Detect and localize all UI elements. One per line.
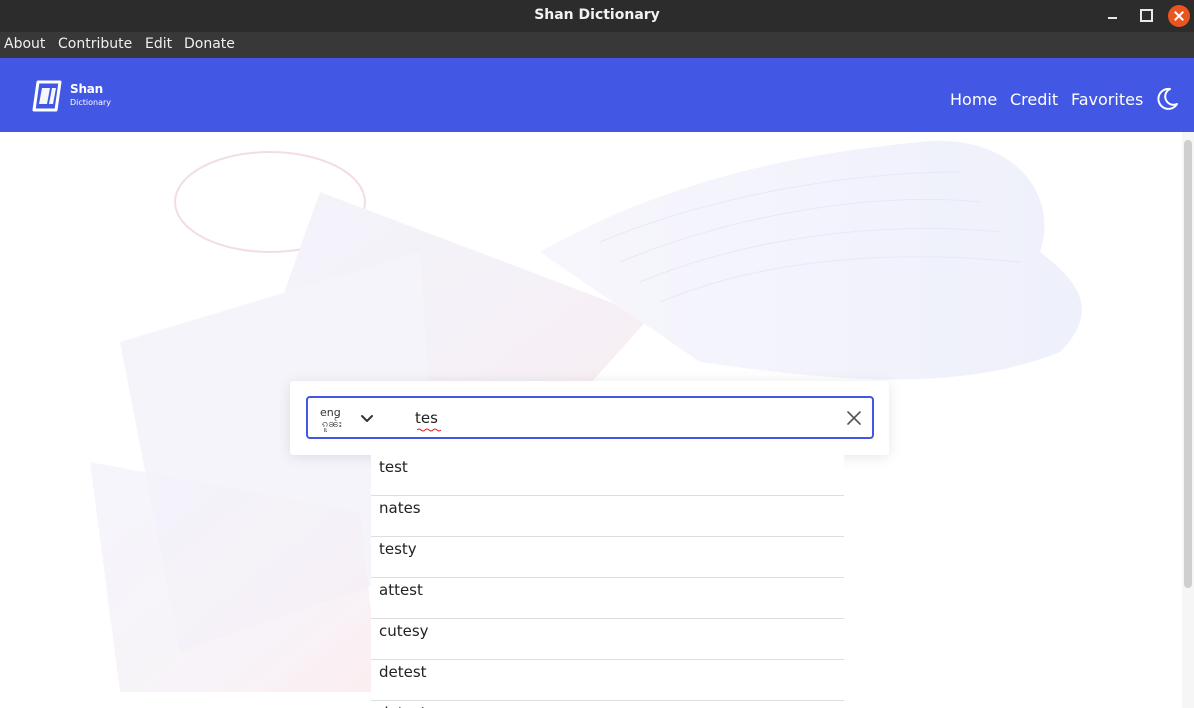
menu-donate[interactable]: Donate — [184, 36, 235, 52]
window-titlebar: Shan Dictionary — [0, 0, 1194, 32]
nav-home[interactable]: Home — [950, 90, 997, 109]
search-input[interactable] — [415, 405, 835, 431]
nav-credit[interactable]: Credit — [1010, 90, 1058, 109]
suggestion-text: detests — [379, 704, 434, 708]
window-title: Shan Dictionary — [534, 7, 660, 23]
language-select[interactable]: eng ၵူၼ်း — [318, 406, 376, 432]
suggestion-item[interactable]: test — [371, 455, 844, 496]
suggestion-text: attest — [379, 581, 423, 599]
menu-bar: About Contribute Edit Donate — [0, 32, 1194, 58]
suggestion-item[interactable]: detest — [371, 660, 844, 701]
close-icon[interactable] — [1168, 5, 1190, 27]
suggestion-item[interactable]: nates — [371, 496, 844, 537]
suggestion-text: cutesy — [379, 622, 429, 640]
menu-contribute[interactable]: Contribute — [58, 36, 132, 52]
suggestion-item[interactable]: cutesy — [371, 619, 844, 660]
suggestion-item[interactable]: detests — [371, 701, 844, 708]
chevron-down-icon — [361, 415, 373, 422]
logo-title: Shan — [70, 82, 104, 96]
maximize-icon[interactable] — [1135, 6, 1155, 26]
menu-about[interactable]: About — [4, 36, 45, 52]
suggestion-item[interactable]: attest — [371, 578, 844, 619]
logo-mark-icon — [32, 80, 62, 112]
language-target: ၵူၼ်း — [322, 417, 342, 430]
app-header: Shan Dictionary Home Credit Favorites — [0, 58, 1194, 132]
scrollbar-thumb[interactable] — [1184, 140, 1192, 588]
logo-subtitle: Dictionary — [70, 98, 112, 107]
moon-icon[interactable] — [1154, 86, 1180, 112]
suggestion-text: detest — [379, 663, 427, 681]
suggestion-list: test nates testy attest cutesy detest de… — [371, 455, 844, 708]
nav-favorites[interactable]: Favorites — [1071, 90, 1143, 109]
clear-icon[interactable] — [846, 410, 862, 426]
search-box: eng ၵူၼ်း — [306, 396, 874, 439]
suggestion-text: testy — [379, 540, 417, 558]
menu-edit[interactable]: Edit — [145, 36, 172, 52]
suggestion-item[interactable]: testy — [371, 537, 844, 578]
app-logo[interactable]: Shan Dictionary — [30, 78, 120, 114]
suggestion-text: nates — [379, 499, 421, 517]
spellcheck-underline — [417, 428, 441, 432]
suggestion-text: test — [379, 458, 408, 476]
minimize-icon[interactable] — [1103, 6, 1123, 26]
